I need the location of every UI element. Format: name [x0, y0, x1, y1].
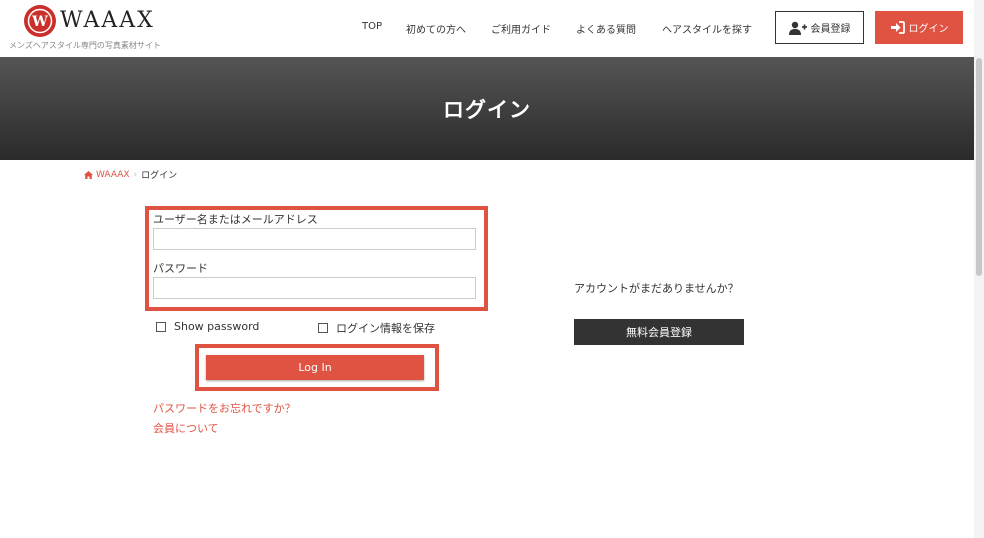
show-password-checkbox[interactable]: [156, 321, 166, 332]
home-icon: [84, 170, 93, 179]
show-password-option[interactable]: Show password: [156, 320, 259, 333]
nav-faq[interactable]: よくある質問: [576, 21, 636, 36]
forgot-password-link[interactable]: パスワードをお忘れですか？: [153, 400, 296, 416]
header-login-button[interactable]: ログイン: [875, 11, 963, 44]
logo-text[interactable]: WAAAX: [60, 8, 155, 33]
nav-top[interactable]: TOP: [362, 21, 382, 32]
breadcrumb-current: ログイン: [141, 171, 178, 181]
breadcrumb-home[interactable]: WAAAX: [84, 170, 130, 180]
user-plus-icon: [788, 21, 807, 35]
page-title: ログイン: [443, 97, 531, 122]
logo-seal-icon[interactable]: W: [23, 4, 57, 38]
breadcrumb: WAAAX › ログイン: [84, 168, 177, 181]
no-account-text: アカウントがまだありませんか？: [574, 282, 739, 295]
remember-me-option[interactable]: ログイン情報を保存: [318, 320, 435, 336]
nav-first-time[interactable]: 初めての方へ: [406, 21, 466, 36]
header-login-label: ログイン: [908, 24, 949, 35]
login-submit-button[interactable]: Log In: [206, 355, 424, 380]
nav-find-hairstyle[interactable]: ヘアスタイルを探す: [662, 21, 752, 36]
site-header: W WAAAX メンズヘアスタイル専門の写真素材サイト TOP 初めての方へ ご…: [0, 0, 974, 57]
password-label: パスワード: [153, 262, 208, 275]
breadcrumb-home-label: WAAAX: [96, 169, 130, 180]
about-membership-link[interactable]: 会員について: [153, 420, 219, 436]
username-input[interactable]: [153, 228, 476, 250]
breadcrumb-separator: ›: [133, 169, 138, 180]
scrollbar[interactable]: [974, 0, 984, 538]
nav-guide[interactable]: ご利用ガイド: [491, 21, 551, 36]
svg-text:W: W: [31, 14, 48, 30]
register-label: 会員登録: [810, 24, 851, 35]
username-label: ユーザー名またはメールアドレス: [153, 213, 318, 226]
show-password-label: Show password: [174, 320, 260, 333]
free-register-button[interactable]: 無料会員登録: [574, 319, 744, 345]
sign-in-icon: [890, 21, 905, 34]
scrollbar-thumb[interactable]: [976, 58, 982, 276]
register-button[interactable]: 会員登録: [775, 11, 864, 44]
password-input[interactable]: [153, 277, 476, 299]
remember-me-checkbox[interactable]: [318, 323, 328, 333]
site-tagline: メンズヘアスタイル専門の写真素材サイト: [9, 41, 161, 50]
page-banner: ログイン: [0, 57, 974, 160]
remember-me-label: ログイン情報を保存: [336, 322, 435, 335]
